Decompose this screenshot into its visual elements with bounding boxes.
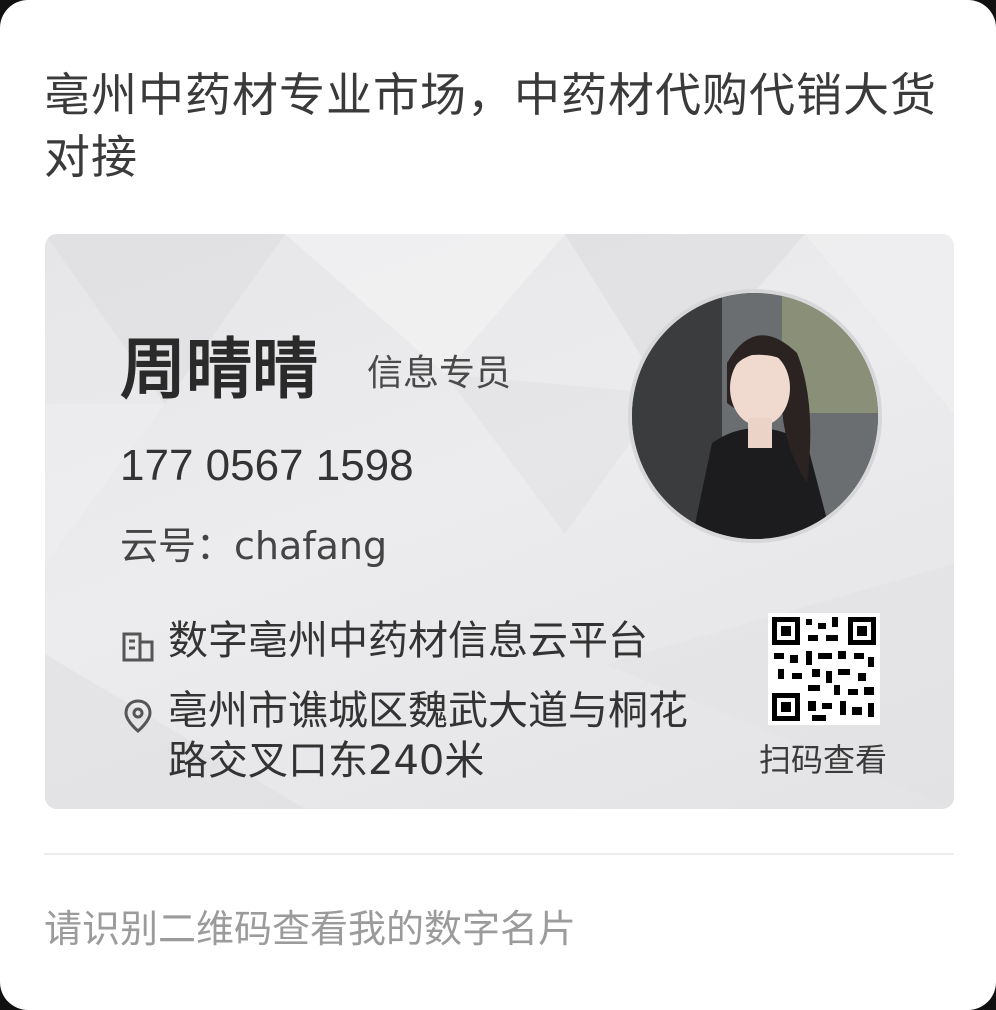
job-title: 信息专员: [367, 353, 512, 394]
building-icon: [122, 632, 154, 662]
address-row: 亳州市谯城区魏武大道与桐花路交叉口东240米: [120, 686, 720, 786]
company-row: 数字亳州中药材信息云平台: [120, 616, 648, 666]
qr-scan-label: 扫码查看: [758, 741, 887, 779]
share-title: 亳州中药材专业市场，中药材代购代销大货对接: [44, 68, 937, 184]
address-text: 亳州市谯城区魏武大道与桐花路交叉口东240米: [168, 688, 688, 784]
contact-name: 周晴晴: [120, 331, 318, 408]
avatar-photo: [632, 293, 878, 539]
cloud-id: 云号：chafang: [120, 524, 388, 568]
qr-code[interactable]: [768, 613, 880, 725]
qr-code-image: [772, 617, 876, 721]
business-card[interactable]: 周晴晴 信息专员 177 0567 1598 云号：chafang 数字亳州中药…: [45, 234, 954, 809]
footer-hint: 请识别二维码查看我的数字名片: [44, 907, 577, 951]
share-card[interactable]: 亳州中药材专业市场，中药材代购代销大货对接 周晴晴 信息专员 177 0567 …: [0, 0, 996, 1010]
phone-number[interactable]: 177 0567 1598: [120, 438, 414, 494]
avatar: [628, 289, 882, 543]
company-name: 数字亳州中药材信息云平台: [168, 618, 648, 664]
divider: [44, 853, 954, 855]
location-pin-icon: [124, 699, 152, 733]
